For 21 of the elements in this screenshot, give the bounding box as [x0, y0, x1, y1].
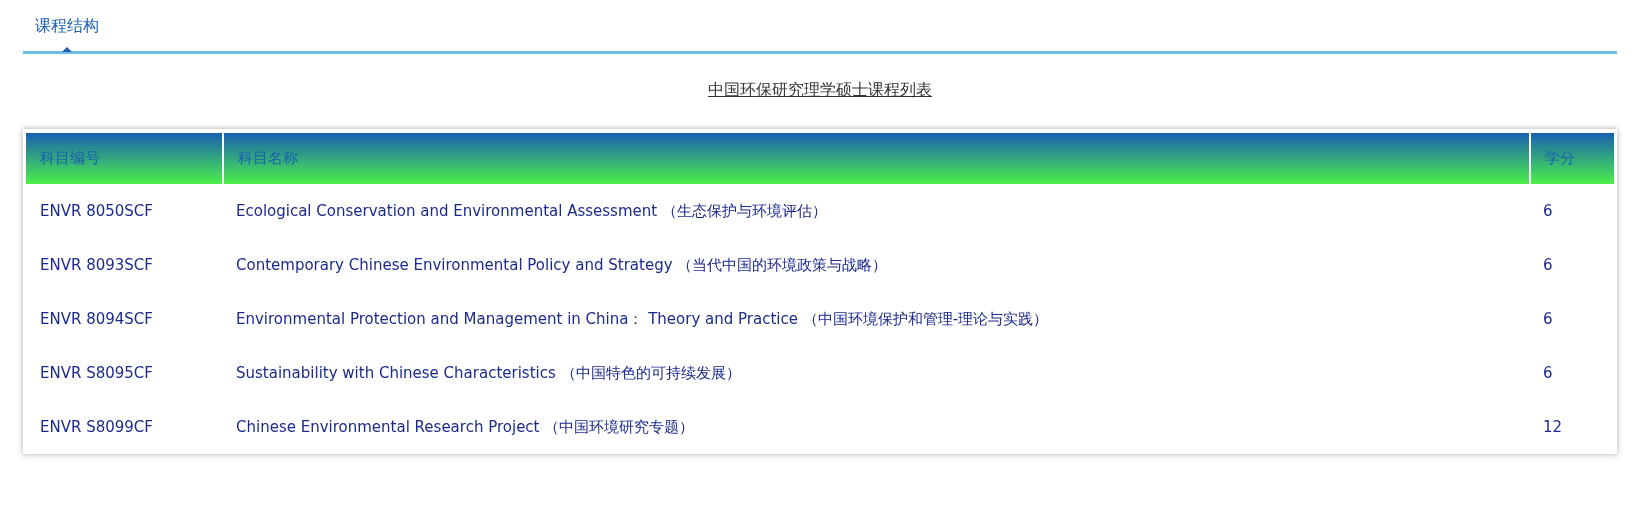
table-cell-text: Chinese Environmental Research Project （中国环境研究专题）: [235, 416, 696, 438]
caret-icon: [62, 47, 72, 52]
column-header: 学分: [1529, 133, 1614, 184]
table-cell-text: ENVR S8099CF: [39, 417, 154, 438]
table-cell-text: ENVR 8094SCF: [39, 309, 154, 330]
table-cell-text: ENVR 8093SCF: [39, 255, 154, 276]
table-cell-text: 6: [1542, 201, 1554, 222]
table-cell-text: Environmental Protection and Management in China： Theory and Practice （中国环境保护和管理-理论与实践）: [235, 308, 1050, 330]
table-cell-text: Contemporary Chinese Environmental Policy and Strategy （当代中国的环境政策与战略）: [235, 254, 889, 276]
column-header: 科目编号: [26, 133, 222, 184]
table-cell-text: Sustainability with Chinese Characteristics （中国特色的可持续发展）: [235, 362, 742, 384]
column-header: 科目名称: [222, 133, 1529, 184]
table-cell-text: 6: [1542, 309, 1554, 330]
table-cell-text: 6: [1542, 363, 1554, 384]
table-cell-text: 12: [1542, 417, 1564, 438]
table-title[interactable]: 中国环保研究理学硕士课程列表: [708, 80, 932, 99]
table-cell-text: Ecological Conservation and Environmental Assessment （生态保护与环境评估）: [235, 200, 828, 222]
table-cell-text: ENVR 8050SCF: [39, 201, 154, 222]
table-cell-text: 6: [1542, 255, 1554, 276]
table-cell-text: ENVR S8095CF: [39, 363, 154, 384]
tab[interactable]: 课程结构: [23, 16, 111, 51]
